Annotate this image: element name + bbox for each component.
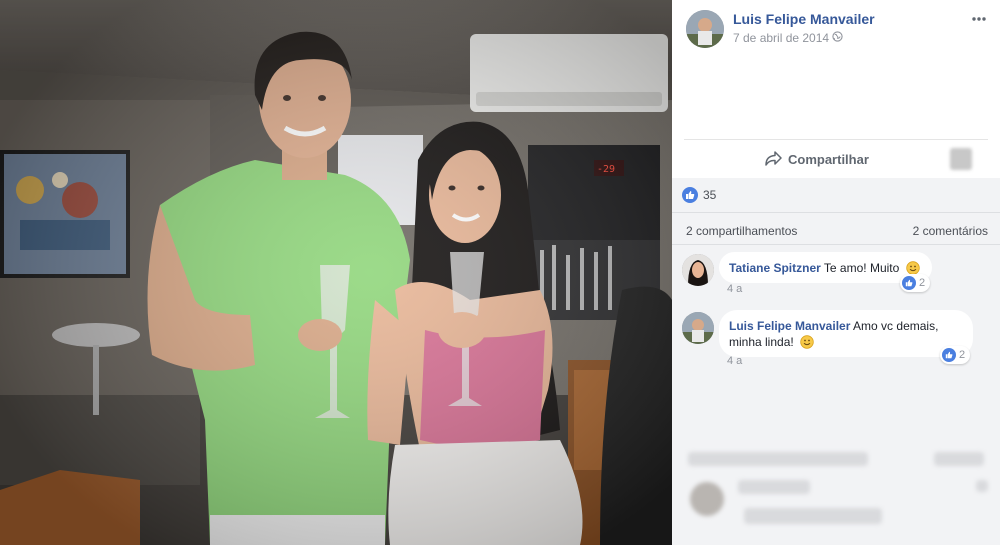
comment-author-link[interactable]: Luis Felipe Manvailer bbox=[729, 319, 850, 333]
comment-item: Luis Felipe Manvailer Amo vc demais, min… bbox=[682, 306, 992, 372]
shares-count-link[interactable]: 2 compartilhamentos bbox=[686, 224, 797, 238]
comment-text: Te amo! Muito bbox=[823, 261, 900, 275]
like-reaction-icon bbox=[682, 187, 698, 203]
comment-like-count: 2 bbox=[959, 349, 966, 361]
commenter-avatar[interactable] bbox=[682, 312, 714, 344]
commenter-avatar[interactable] bbox=[682, 254, 714, 286]
author-avatar[interactable] bbox=[686, 10, 724, 48]
post-date[interactable]: 7 de abril de 2014 · bbox=[733, 31, 836, 45]
comment-reactions[interactable]: 2 bbox=[940, 346, 971, 364]
more-options-icon[interactable] bbox=[971, 14, 987, 24]
post-header: Luis Felipe Manvailer 7 de abril de 2014… bbox=[672, 0, 1000, 60]
engagement-counts: 2 compartilhamentos 2 comentários bbox=[672, 212, 1000, 244]
blurred-placeholder bbox=[976, 480, 988, 492]
comment-bubble: Luis Felipe Manvailer Amo vc demais, min… bbox=[719, 310, 973, 357]
share-button-label: Compartilhar bbox=[788, 151, 869, 167]
blurred-placeholder bbox=[688, 452, 868, 466]
post-side-panel: Luis Felipe Manvailer 7 de abril de 2014… bbox=[672, 0, 1000, 545]
blurred-placeholder bbox=[744, 508, 882, 524]
action-bar: Compartilhar bbox=[672, 140, 1000, 178]
blurred-content bbox=[672, 440, 1000, 545]
post-photo[interactable]: -29 bbox=[0, 0, 672, 545]
comment-item: Tatiane Spitzner Te amo! Muito 2 4 a bbox=[682, 248, 992, 304]
commenter-avatar-image bbox=[682, 254, 714, 286]
smiley-icon bbox=[905, 261, 920, 275]
share-button[interactable]: Compartilhar bbox=[764, 148, 869, 170]
comment-bubble: Tatiane Spitzner Te amo! Muito bbox=[719, 252, 932, 283]
smiley-icon bbox=[800, 335, 814, 349]
comments-count-link[interactable]: 2 comentários bbox=[913, 224, 988, 238]
blurred-placeholder bbox=[738, 480, 810, 494]
comment-timestamp[interactable]: 4 a bbox=[727, 355, 742, 367]
comment-timestamp[interactable]: 4 a bbox=[727, 283, 742, 295]
comment-like-count: 2 bbox=[919, 277, 926, 289]
like-reaction-icon bbox=[942, 348, 956, 362]
commenter-avatar-image bbox=[682, 312, 714, 344]
blurred-placeholder bbox=[934, 452, 984, 466]
photo-illustration: -29 bbox=[0, 0, 672, 545]
viewer-avatar-blurred bbox=[950, 148, 972, 170]
like-reaction-icon bbox=[902, 276, 916, 290]
blurred-avatar bbox=[690, 482, 724, 516]
divider bbox=[672, 244, 1000, 245]
comment-reactions[interactable]: 2 bbox=[900, 274, 931, 292]
comment-author-link[interactable]: Tatiane Spitzner bbox=[729, 261, 821, 275]
author-name-link[interactable]: Luis Felipe Manvailer bbox=[733, 11, 875, 27]
globe-icon[interactable] bbox=[832, 31, 843, 42]
share-arrow-icon bbox=[765, 151, 782, 166]
author-avatar-image bbox=[686, 10, 724, 48]
reaction-count: 35 bbox=[703, 188, 717, 202]
reactions-summary[interactable]: 35 bbox=[682, 187, 716, 203]
